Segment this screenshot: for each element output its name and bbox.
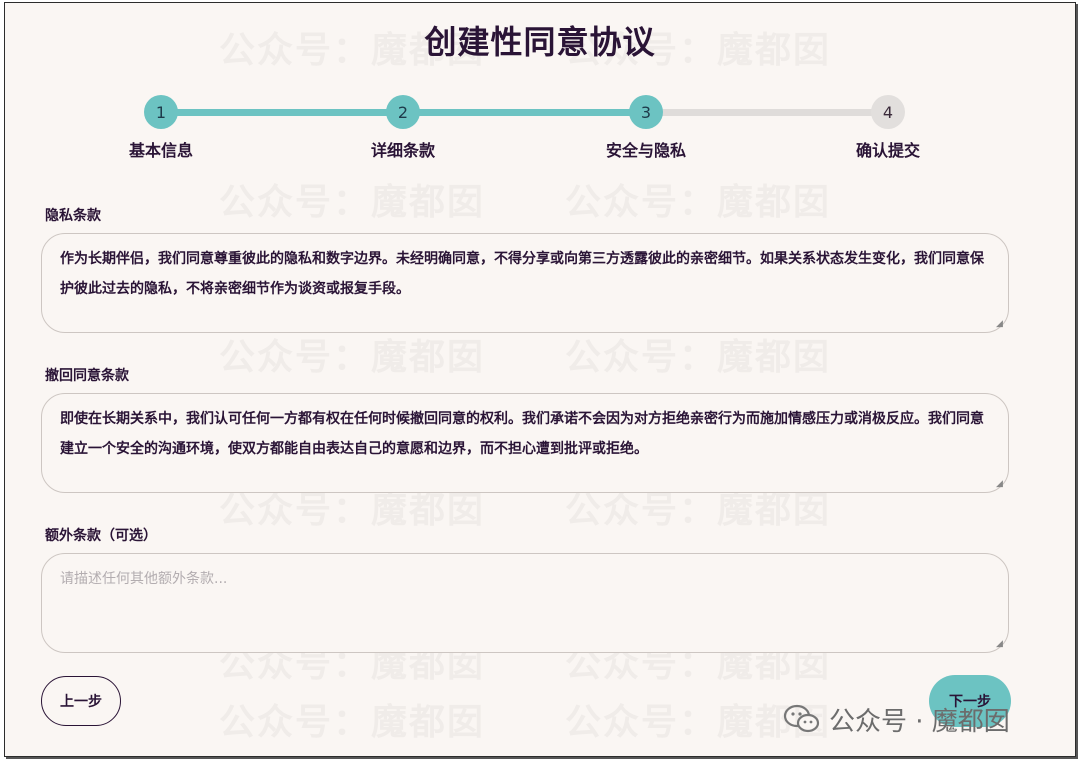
resize-grip-icon[interactable]: ◢ bbox=[996, 480, 1004, 489]
step-2-indicator[interactable]: 2 bbox=[386, 95, 420, 129]
step-4-label: 确认提交 bbox=[855, 141, 920, 160]
withdraw-label: 撤回同意条款 bbox=[45, 368, 129, 384]
app-window: 公众号：魔都囡 公众号：魔都囡 公众号：魔都囡 公众号：魔都囡 公众号：魔都囡 公众号：魔… bbox=[4, 2, 1076, 757]
progress-stepper: 1 2 3 4 基本信息 详细条款 安全与隐私 确认提交 bbox=[5, 95, 1075, 165]
privacy-label: 隐私条款 bbox=[45, 208, 101, 224]
stepper-track-pending bbox=[647, 109, 889, 116]
extra-textarea[interactable]: 请描述任何其他额外条款... ◢ bbox=[41, 553, 1009, 653]
extra-placeholder: 请描述任何其他额外条款... bbox=[60, 571, 228, 587]
privacy-textarea[interactable]: 作为长期伴侣，我们同意尊重彼此的隐私和数字边界。未经明确同意，不得分享或向第三方… bbox=[41, 233, 1009, 333]
prev-button[interactable]: 上一步 bbox=[41, 676, 121, 726]
step-2-label: 详细条款 bbox=[370, 141, 435, 160]
watermark-text: 公众号：魔都囡 bbox=[219, 337, 486, 378]
wechat-icon bbox=[783, 704, 821, 734]
step-1-indicator[interactable]: 1 bbox=[144, 95, 178, 129]
watermark-text: 公众号：魔都囡 bbox=[565, 182, 832, 223]
step-4-indicator[interactable]: 4 bbox=[871, 95, 905, 129]
wechat-badge: 公众号 · 魔都囡 bbox=[783, 699, 1010, 739]
withdraw-text: 即使在长期关系中，我们认可任何一方都有权在任何时候撤回同意的权利。我们承诺不会因… bbox=[60, 411, 984, 457]
step-3-label: 安全与隐私 bbox=[605, 141, 686, 160]
step-1-label: 基本信息 bbox=[128, 141, 193, 160]
extra-label: 额外条款（可选） bbox=[45, 528, 157, 544]
watermark-text: 公众号：魔都囡 bbox=[219, 182, 486, 223]
watermark-text: 公众号：魔都囡 bbox=[565, 337, 832, 378]
resize-grip-icon[interactable]: ◢ bbox=[996, 320, 1004, 329]
page-title: 创建性同意协议 bbox=[424, 23, 656, 61]
withdraw-textarea[interactable]: 即使在长期关系中，我们认可任何一方都有权在任何时候撤回同意的权利。我们承诺不会因… bbox=[41, 393, 1009, 493]
resize-grip-icon[interactable]: ◢ bbox=[996, 640, 1004, 649]
step-3-indicator[interactable]: 3 bbox=[629, 95, 663, 129]
watermark-text: 公众号：魔都囡 bbox=[219, 702, 486, 743]
wechat-badge-text: 公众号 · 魔都囡 bbox=[829, 706, 1010, 737]
privacy-text: 作为长期伴侣，我们同意尊重彼此的隐私和数字边界。未经明确同意，不得分享或向第三方… bbox=[60, 251, 984, 297]
